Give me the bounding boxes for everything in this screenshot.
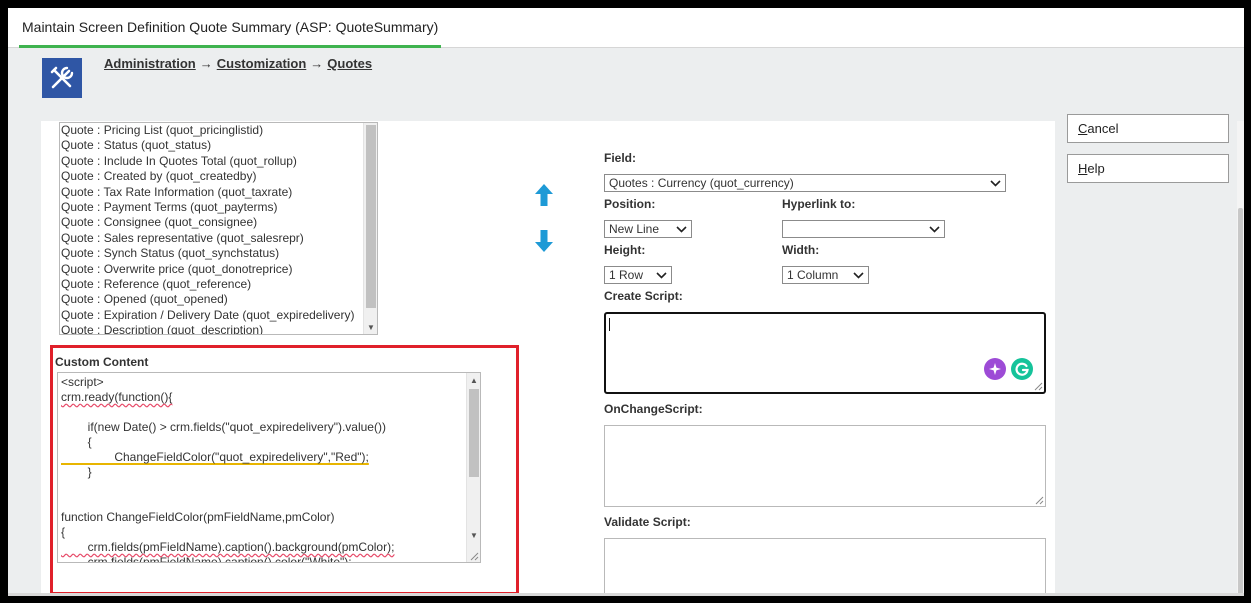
text-caret (609, 318, 610, 331)
custom-content-code: <script> crm.ready(function(){ if(new Da… (61, 375, 395, 563)
scrollbar-thumb[interactable] (469, 389, 479, 477)
custom-content-textarea[interactable]: <script> crm.ready(function(){ if(new Da… (57, 372, 481, 563)
chevron-down-icon (656, 272, 667, 279)
cancel-button[interactable]: Cancel (1067, 114, 1229, 143)
hyperlink-select[interactable] (782, 220, 945, 238)
hyperlink-label: Hyperlink to: (782, 197, 856, 211)
scrollbar-thumb[interactable] (366, 125, 376, 308)
field-select[interactable]: Quotes : Currency (quot_currency) (604, 174, 1006, 192)
list-item[interactable]: Quote : Expiration / Delivery Date (quot… (61, 308, 377, 323)
chevron-down-icon (929, 226, 940, 233)
list-item[interactable]: Quote : Created by (quot_createdby) (61, 169, 377, 184)
breadcrumb: Administration → Customization → Quotes (104, 56, 372, 71)
list-item[interactable]: Quote : Payment Terms (quot_payterms) (61, 200, 377, 215)
field-label: Field: (604, 151, 636, 165)
arrow-down-icon[interactable] (534, 228, 554, 254)
validate-script-textarea[interactable] (604, 538, 1046, 596)
list-item[interactable]: Quote : Include In Quotes Total (quot_ro… (61, 154, 377, 169)
chevron-down-icon (676, 226, 687, 233)
list-item[interactable]: Quote : Sales representative (quot_sales… (61, 231, 377, 246)
bottom-edge (8, 593, 1244, 596)
height-select[interactable]: 1 Row (604, 266, 672, 284)
position-select-value: New Line (609, 222, 660, 236)
list-item[interactable]: Quote : Reference (quot_reference) (61, 277, 377, 292)
help-button[interactable]: Help (1067, 154, 1229, 183)
width-label: Width: (782, 243, 820, 257)
breadcrumb-administration[interactable]: Administration (104, 56, 196, 71)
list-item[interactable]: Quote : Tax Rate Information (quot_taxra… (61, 185, 377, 200)
scrollbar-thumb[interactable] (1238, 208, 1243, 596)
height-label: Height: (604, 243, 646, 257)
resize-grip-icon[interactable] (1034, 382, 1043, 391)
screen-definition-panel: Quote : Pricing List (quot_pricinglistid… (41, 121, 1055, 596)
onchange-script-label: OnChangeScript: (604, 402, 703, 416)
list-item[interactable]: Quote : Description (quot_description) (61, 323, 377, 334)
scroll-up-arrow-icon[interactable]: ▲ (470, 377, 478, 385)
field-select-value: Quotes : Currency (quot_currency) (609, 176, 794, 190)
chevron-down-icon (853, 272, 864, 279)
breadcrumb-quotes[interactable]: Quotes (327, 56, 372, 71)
window-title-tab[interactable]: Maintain Screen Definition Quote Summary… (19, 19, 442, 48)
create-script-label: Create Script: (604, 289, 683, 303)
tools-icon (42, 58, 82, 98)
height-select-value: 1 Row (609, 268, 644, 282)
width-select[interactable]: 1 Column (782, 266, 869, 284)
validate-script-label: Validate Script: (604, 515, 691, 529)
list-item[interactable]: Quote : Synch Status (quot_synchstatus) (61, 246, 377, 261)
scroll-down-arrow-icon[interactable]: ▼ (470, 532, 478, 540)
list-item[interactable]: Quote : Overwrite price (quot_donotrepri… (61, 262, 377, 277)
list-item[interactable]: Quote : Pricing List (quot_pricinglistid… (61, 123, 377, 138)
list-item[interactable]: Quote : Consignee (quot_consignee) (61, 215, 377, 230)
onchange-script-textarea[interactable] (604, 425, 1046, 507)
page-scrollbar[interactable] (1237, 121, 1244, 596)
arrow-up-icon[interactable] (534, 182, 554, 208)
title-bar: Maintain Screen Definition Quote Summary… (8, 8, 1244, 48)
breadcrumb-separator: → (310, 56, 324, 71)
breadcrumb-separator: → (199, 56, 213, 71)
app-window: Maintain Screen Definition Quote Summary… (8, 8, 1244, 596)
grammarly-icon[interactable] (1011, 358, 1033, 380)
position-select[interactable]: New Line (604, 220, 692, 238)
list-item[interactable]: Quote : Status (quot_status) (61, 138, 377, 153)
width-select-value: 1 Column (787, 268, 839, 282)
field-list[interactable]: Quote : Pricing List (quot_pricinglistid… (59, 122, 378, 335)
breadcrumb-customization[interactable]: Customization (217, 56, 307, 71)
resize-grip-icon[interactable] (1035, 496, 1044, 505)
list-item[interactable]: Quote : Opened (quot_opened) (61, 292, 377, 307)
position-label: Position: (604, 197, 656, 211)
scroll-down-arrow-icon[interactable]: ▼ (367, 324, 375, 332)
field-list-items: Quote : Pricing List (quot_pricinglistid… (60, 123, 377, 334)
create-script-textarea[interactable] (604, 312, 1046, 394)
custom-content-scrollbar[interactable]: ▲ ▼ (466, 373, 480, 562)
resize-grip-icon[interactable] (470, 552, 479, 561)
sparkle-icon[interactable] (984, 358, 1006, 380)
chevron-down-icon (990, 180, 1001, 187)
custom-content-label: Custom Content (55, 355, 149, 369)
field-list-scrollbar[interactable]: ▼ (363, 123, 377, 334)
